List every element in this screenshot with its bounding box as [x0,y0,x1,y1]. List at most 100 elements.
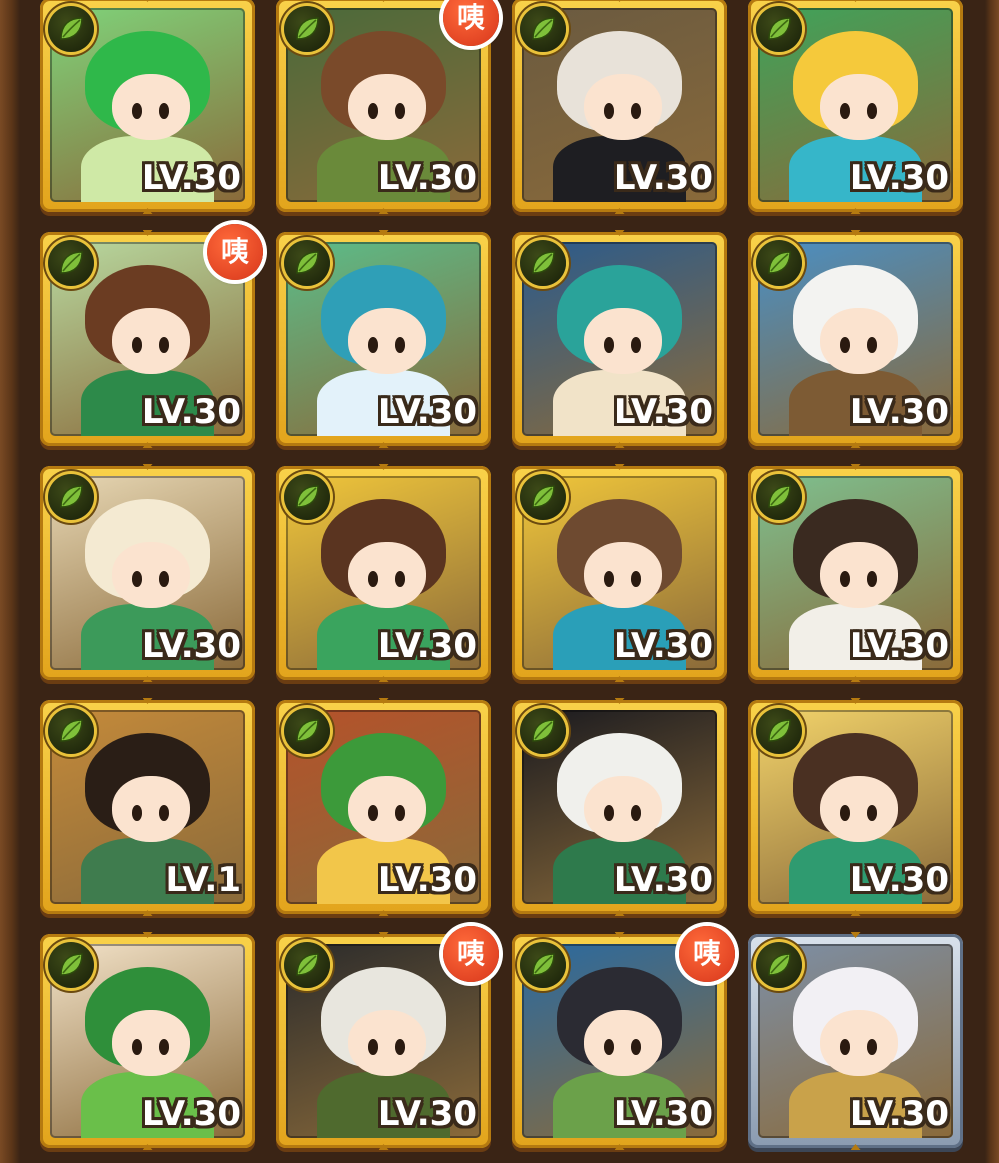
hero-card[interactable]: LV.30 咦 [40,224,263,448]
frame-notch [850,442,861,448]
portrait-eye [867,805,877,821]
portrait-eye [839,1039,850,1055]
frame-notch [614,208,625,214]
portrait-eye [159,337,169,353]
right-frame-border [985,0,999,1163]
hero-level: LV.30 [613,158,713,198]
portrait-eye [367,337,378,353]
portrait-eye [159,103,169,119]
hero-card[interactable]: LV.30 [512,230,727,448]
portrait-eye [603,805,614,821]
hero-level: LV.30 [849,626,949,666]
hero-card[interactable]: LV.30 [40,932,255,1150]
leaf-icon [756,240,802,286]
hero-level: LV.30 [849,392,949,432]
hero-level: LV.30 [613,626,713,666]
wonder-badge: 咦 [207,224,263,280]
hero-card[interactable]: LV.30 [748,698,963,916]
frame-notch [378,0,389,2]
leaf-icon [520,474,566,520]
leaf-icon [756,474,802,520]
portrait-face [348,775,427,842]
portrait-face [112,1009,191,1076]
hero-card[interactable]: LV.30 [748,932,963,1150]
hero-card[interactable]: LV.30 [748,230,963,448]
hero-level: LV.30 [141,626,241,666]
portrait-face [348,307,427,374]
frame-notch [614,676,625,682]
leaf-icon [48,240,94,286]
hero-card[interactable]: LV.30 [276,230,491,448]
portrait-face [820,1009,899,1076]
frame-notch [614,932,625,938]
frame-notch [850,0,861,2]
portrait-face [584,73,663,140]
hero-card[interactable]: LV.30 咦 [512,926,735,1150]
frame-notch [378,442,389,448]
portrait-eye [367,1039,378,1055]
frame-notch [614,910,625,916]
portrait-eye [367,103,378,119]
leaf-icon [284,708,330,754]
hero-level: LV.30 [613,1094,713,1134]
wonder-badge: 咦 [443,926,499,982]
hero-level: LV.30 [849,860,949,900]
leaf-icon [756,942,802,988]
frame-notch [142,698,153,704]
frame-notch [850,676,861,682]
portrait-eye [159,1039,169,1055]
portrait-face [112,307,191,374]
portrait-eye [131,805,142,821]
portrait-eye [395,1039,405,1055]
hero-card[interactable]: LV.30 [748,464,963,682]
frame-notch [142,442,153,448]
portrait-eye [631,571,641,587]
hero-card[interactable]: LV.30 [40,0,255,214]
frame-notch [614,442,625,448]
frame-notch [378,208,389,214]
portrait-eye [603,103,614,119]
leaf-icon [48,6,94,52]
hero-card[interactable]: LV.30 [512,698,727,916]
frame-notch [378,230,389,236]
frame-notch [142,230,153,236]
portrait-eye [131,1039,142,1055]
hero-card[interactable]: LV.30 [512,464,727,682]
portrait-face [348,1009,427,1076]
hero-level: LV.30 [377,158,477,198]
hero-card[interactable]: LV.30 [276,464,491,682]
leaf-icon [48,474,94,520]
leaf-icon [284,6,330,52]
hero-card[interactable]: LV.30 [276,698,491,916]
hero-card[interactable]: LV.30 咦 [276,0,499,214]
hero-level: LV.30 [377,860,477,900]
frame-notch [378,464,389,470]
hero-level: LV.1 [165,860,242,900]
hero-card[interactable]: LV.1 [40,698,255,916]
portrait-eye [367,571,378,587]
hero-card[interactable]: LV.30 [748,0,963,214]
hero-level: LV.30 [377,1094,477,1134]
portrait-eye [867,337,877,353]
frame-notch [142,208,153,214]
portrait-eye [603,337,614,353]
portrait-eye [395,805,405,821]
frame-notch [850,230,861,236]
portrait-eye [367,805,378,821]
hero-card[interactable]: LV.30 咦 [276,926,499,1150]
leaf-icon [520,240,566,286]
hero-level: LV.30 [849,1094,949,1134]
portrait-eye [395,337,405,353]
portrait-eye [867,571,877,587]
portrait-eye [131,103,142,119]
frame-notch [142,932,153,938]
hero-card[interactable]: LV.30 [40,464,255,682]
portrait-eye [395,103,405,119]
leaf-icon [284,474,330,520]
portrait-eye [631,337,641,353]
hero-card[interactable]: LV.30 [512,0,727,214]
portrait-face [348,73,427,140]
portrait-eye [131,337,142,353]
left-frame-border [0,0,20,1163]
portrait-eye [631,1039,641,1055]
